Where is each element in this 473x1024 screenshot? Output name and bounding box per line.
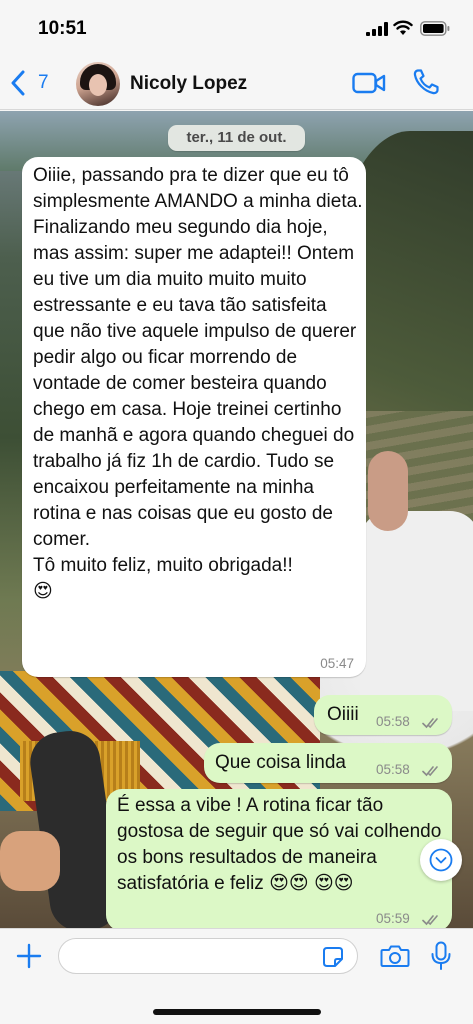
mic-icon[interactable] — [430, 941, 452, 971]
message-text: Oiiii — [327, 704, 359, 725]
chat-area[interactable]: ter., 11 de out. Oiiie, passando pra te … — [0, 111, 473, 928]
wifi-icon — [393, 20, 413, 35]
message-time: 05:58 — [376, 714, 410, 729]
incoming-message[interactable]: Oiiie, passando pra te dizer que eu tô s… — [22, 157, 366, 677]
date-separator: ter., 11 de out. — [168, 125, 305, 151]
message-text: Que coisa linda — [215, 752, 346, 773]
message-input[interactable] — [58, 938, 358, 974]
message-text: Oiiie, passando pra te dizer que eu tô s… — [33, 165, 363, 602]
outgoing-message[interactable]: Que coisa linda 05:58 — [204, 743, 452, 783]
composer-bar — [0, 928, 473, 1024]
read-ticks-icon — [422, 718, 438, 729]
chat-header: 7 Nicoly Lopez — [0, 56, 473, 110]
battery-icon — [420, 21, 450, 36]
status-time: 10:51 — [38, 18, 87, 39]
message-time: 05:59 — [376, 911, 410, 926]
camera-icon[interactable] — [380, 944, 410, 968]
sticker-icon[interactable] — [322, 946, 344, 968]
message-time: 05:58 — [376, 762, 410, 777]
plus-icon[interactable] — [16, 943, 42, 969]
status-bar: 10:51 — [0, 0, 473, 56]
read-ticks-icon — [422, 766, 438, 777]
video-call-icon[interactable] — [352, 71, 386, 95]
outgoing-message[interactable]: Oiiii 05:58 — [314, 695, 452, 735]
signal-icon — [366, 22, 388, 36]
scroll-to-bottom-button[interactable] — [420, 839, 462, 881]
home-indicator — [153, 1009, 321, 1015]
outgoing-message[interactable]: É essa a vibe ! A rotina ficar tão gosto… — [106, 789, 452, 928]
phone-icon[interactable] — [412, 68, 440, 96]
read-ticks-icon — [422, 915, 438, 926]
contact-name[interactable]: Nicoly Lopez — [130, 73, 247, 95]
message-time: 05:47 — [320, 656, 354, 671]
back-button[interactable]: 7 — [10, 68, 49, 98]
message-text: É essa a vibe ! A rotina ficar tão gosto… — [117, 795, 447, 894]
avatar[interactable] — [76, 62, 120, 106]
unread-count: 7 — [38, 72, 49, 93]
back-chevron-icon — [11, 70, 25, 96]
chevron-down-icon — [429, 848, 453, 872]
wallpaper-shoe — [0, 831, 60, 891]
